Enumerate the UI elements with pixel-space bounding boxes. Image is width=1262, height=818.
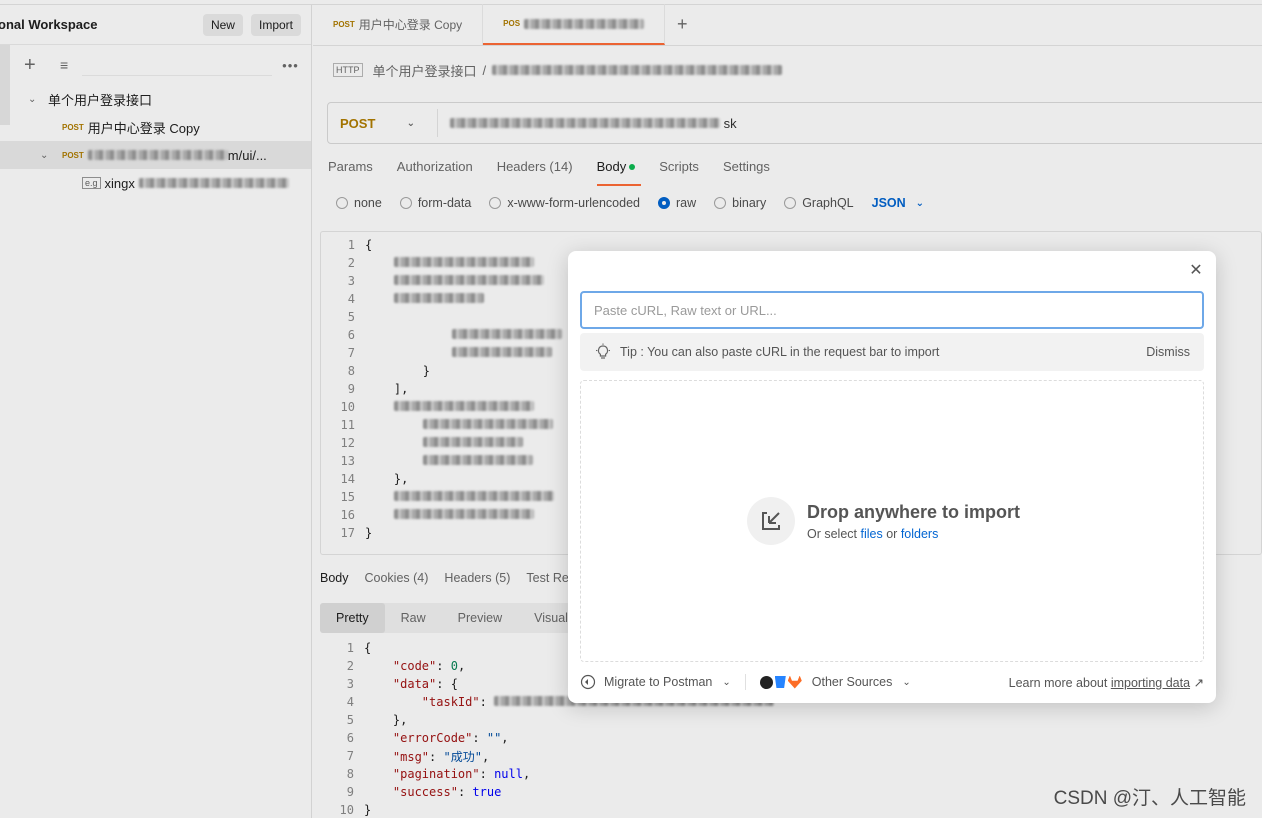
gitlab-icon (787, 675, 802, 689)
drop-sub-or: or (886, 526, 898, 541)
drop-zone[interactable]: Drop anywhere to import Or select files … (580, 380, 1204, 662)
select-folders-link[interactable]: folders (901, 527, 939, 541)
drop-sub-prefix: Or select (807, 526, 858, 541)
paste-input[interactable] (580, 291, 1204, 329)
import-icon (747, 497, 795, 545)
github-icon (759, 675, 773, 689)
lightbulb-icon (596, 343, 610, 359)
migrate-icon (580, 674, 596, 690)
footer-divider (744, 674, 746, 690)
learn-more-prefix: Learn more about (1008, 675, 1108, 690)
dismiss-button[interactable]: Dismiss (1146, 345, 1190, 359)
chevron-down-icon: ⌄ (902, 676, 911, 688)
import-modal: ✕ Tip : You can also paste cURL in the r… (568, 251, 1216, 703)
importing-data-link[interactable]: importing data (1111, 676, 1190, 690)
modal-footer: Migrate to Postman ⌄ Other Sources ⌄ Lea… (580, 671, 1204, 693)
chevron-down-icon: ⌄ (722, 676, 731, 688)
close-icon[interactable]: ✕ (1188, 263, 1204, 279)
external-link-icon: ↗ (1193, 675, 1204, 690)
bitbucket-icon (774, 676, 786, 688)
tip-banner: Tip : You can also paste cURL in the req… (580, 333, 1204, 371)
drop-subtitle: Or select files or folders (807, 527, 1020, 541)
migrate-label: Migrate to Postman (604, 675, 713, 689)
other-sources-dropdown[interactable]: Other Sources ⌄ (759, 675, 911, 689)
select-files-link[interactable]: files (861, 527, 883, 541)
learn-more: Learn more about importing data ↗ (1009, 675, 1204, 690)
drop-title: Drop anywhere to import (807, 501, 1021, 522)
other-sources-label: Other Sources (811, 675, 893, 689)
drop-zone-content: Drop anywhere to import Or select files … (747, 497, 1020, 545)
tip-text: Tip : You can also paste cURL in the req… (620, 345, 940, 359)
migrate-dropdown[interactable]: Migrate to Postman ⌄ (580, 674, 731, 690)
watermark: CSDN @汀、人工智能 (1053, 788, 1246, 809)
